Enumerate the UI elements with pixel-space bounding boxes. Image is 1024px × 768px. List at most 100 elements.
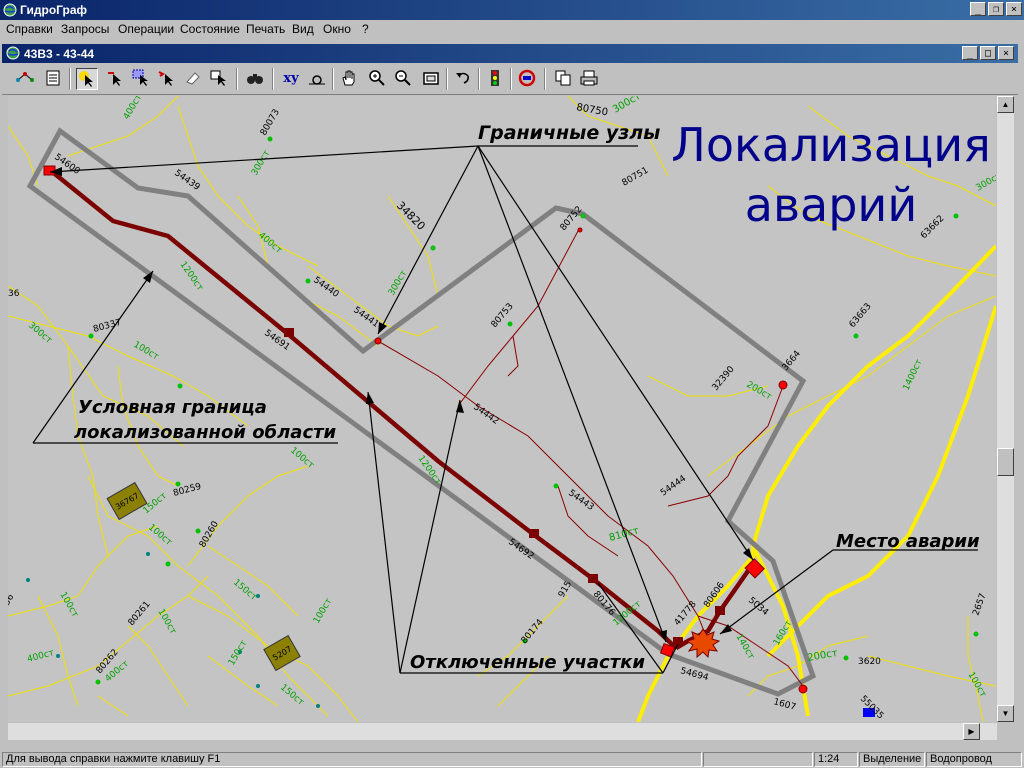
zoom-window-icon[interactable] [420, 68, 442, 90]
pipe-label: 100ст [965, 671, 987, 700]
node-label: 32390 [711, 364, 737, 393]
pipe-label: 300ст [250, 149, 272, 178]
restore-button[interactable]: ❐ [988, 2, 1004, 16]
buildings: 36767 5207 [106, 481, 301, 672]
node-label: 80750 [575, 102, 608, 118]
pipe-label: 1400ст [902, 358, 925, 392]
pipe-label: 400ст [256, 231, 283, 256]
node-label: 41778 [673, 599, 699, 628]
select-arrow-icon[interactable] [76, 68, 98, 90]
node-label: 3664 [781, 349, 804, 373]
traffic-light-icon[interactable] [484, 68, 506, 90]
node-label: 54439 [172, 168, 201, 193]
eraser-icon[interactable] [182, 68, 204, 90]
measure-icon[interactable] [306, 68, 328, 90]
node-label: 80260 [198, 519, 221, 549]
pipe-label: 100ст [312, 597, 334, 626]
document-titlebar: 43В3 - 43-44 _ □ × [2, 44, 1018, 63]
app-globe-icon [3, 3, 17, 17]
menu-help[interactable]: Справки [6, 22, 53, 36]
menu-queries[interactable]: Запросы [61, 22, 109, 36]
pick-icon[interactable] [208, 68, 230, 90]
callout-accident: Место аварии [836, 531, 980, 552]
node-label: 54443 [566, 488, 595, 513]
node-label: 1607 [772, 697, 797, 713]
pipe-label: 150ст [231, 578, 258, 603]
node-label: 54692 [506, 537, 535, 562]
node-label: 80174 [520, 617, 546, 646]
node-label: 3620 [858, 657, 881, 667]
pipe-label: 810ст [608, 525, 640, 544]
status-layer: Водопровод [926, 752, 1022, 767]
multi-select-icon[interactable] [156, 68, 178, 90]
pipe-label: 100ст [288, 446, 315, 471]
map-heading-line2: аварий [745, 178, 917, 232]
map-canvas[interactable]: 36767 5207 54600 54439 34820 54440 54441… [8, 96, 996, 722]
pipe-label: 400ст [122, 96, 144, 122]
scroll-up-button[interactable]: ▲ [997, 96, 1014, 113]
map-heading-line1: Локализация [671, 118, 991, 172]
status-bar: Для вывода справки нажмите клавишу F1 1:… [0, 751, 1024, 768]
scroll-right-button[interactable]: ▶ [963, 723, 980, 740]
doc-maximize-button[interactable]: □ [980, 46, 996, 60]
node-label: 63663 [848, 302, 874, 330]
pipe-label: 300ст [611, 96, 643, 116]
node-label: 55035 [858, 694, 885, 721]
status-scale: 1:24 [814, 752, 858, 767]
vertical-scroll-thumb[interactable] [997, 448, 1014, 476]
status-hint: Для вывода справки нажмите клавишу F1 [2, 752, 702, 767]
menu-about[interactable]: ? [362, 22, 369, 36]
accident-marker [685, 628, 721, 659]
menu-window[interactable]: Окно [323, 22, 351, 36]
menu-state[interactable]: Состояние [180, 22, 240, 36]
layers-icon[interactable] [14, 68, 36, 90]
node-label: 56 [8, 592, 16, 607]
hand-pan-icon[interactable] [338, 68, 360, 90]
network-map[interactable]: 36767 5207 54600 54439 34820 54440 54441… [8, 96, 996, 722]
binoculars-icon[interactable] [244, 68, 266, 90]
select-box-icon[interactable] [130, 68, 152, 90]
doc-minimize-button[interactable]: _ [962, 46, 978, 60]
target-icon[interactable] [516, 68, 538, 90]
valves [284, 328, 725, 646]
app-title: ГидроГраф [20, 3, 88, 17]
pipe-label: 300ст [975, 171, 997, 193]
close-button[interactable]: × [1006, 2, 1022, 16]
doc-close-button[interactable]: × [998, 46, 1014, 60]
xy-coords-icon[interactable]: xy [280, 68, 302, 90]
branch-pipes [377, 230, 804, 687]
node-label: 54444 [659, 474, 688, 499]
pipe-label: 400ст [26, 648, 55, 665]
pipe-label: 100ст [146, 523, 173, 548]
horizontal-scrollbar[interactable]: ▶ [8, 723, 997, 740]
pipe-label: 100ст [57, 591, 79, 620]
node-label: 2657 [971, 592, 988, 617]
vertical-scrollbar[interactable]: ▲ ▼ [997, 96, 1014, 722]
menu-operations[interactable]: Операции [118, 22, 174, 36]
minimize-button[interactable]: _ [970, 2, 986, 16]
copy-icon[interactable] [552, 68, 574, 90]
undo-icon[interactable] [452, 68, 474, 90]
arrow-icon[interactable] [104, 68, 126, 90]
document-globe-icon [6, 46, 20, 60]
menu-bar: Справки Запросы Операции Состояние Печат… [0, 20, 1024, 39]
zoom-in-icon[interactable] [366, 68, 388, 90]
callout-boundary-line1: Условная граница [78, 397, 267, 418]
scroll-down-button[interactable]: ▼ [997, 705, 1014, 722]
pipe-label: 140ст [733, 633, 755, 662]
toolbar: xy [2, 64, 1018, 95]
status-empty [703, 752, 813, 767]
print-icon[interactable] [578, 68, 600, 90]
pipe-label: 150ст [227, 639, 249, 668]
node-label: 80073 [259, 108, 282, 138]
callout-boundary-line2: локализованной области [74, 422, 337, 443]
menu-view[interactable]: Вид [292, 22, 314, 36]
pipe-label: 300ст [387, 269, 409, 298]
node-label: 36 [8, 289, 20, 299]
zoom-out-icon[interactable] [392, 68, 414, 90]
node-label: 54442 [471, 402, 500, 427]
document-title: 43В3 - 43-44 [24, 47, 95, 61]
menu-print[interactable]: Печать [246, 22, 285, 36]
node-label: 34820 [394, 199, 428, 233]
page-icon[interactable] [42, 68, 64, 90]
